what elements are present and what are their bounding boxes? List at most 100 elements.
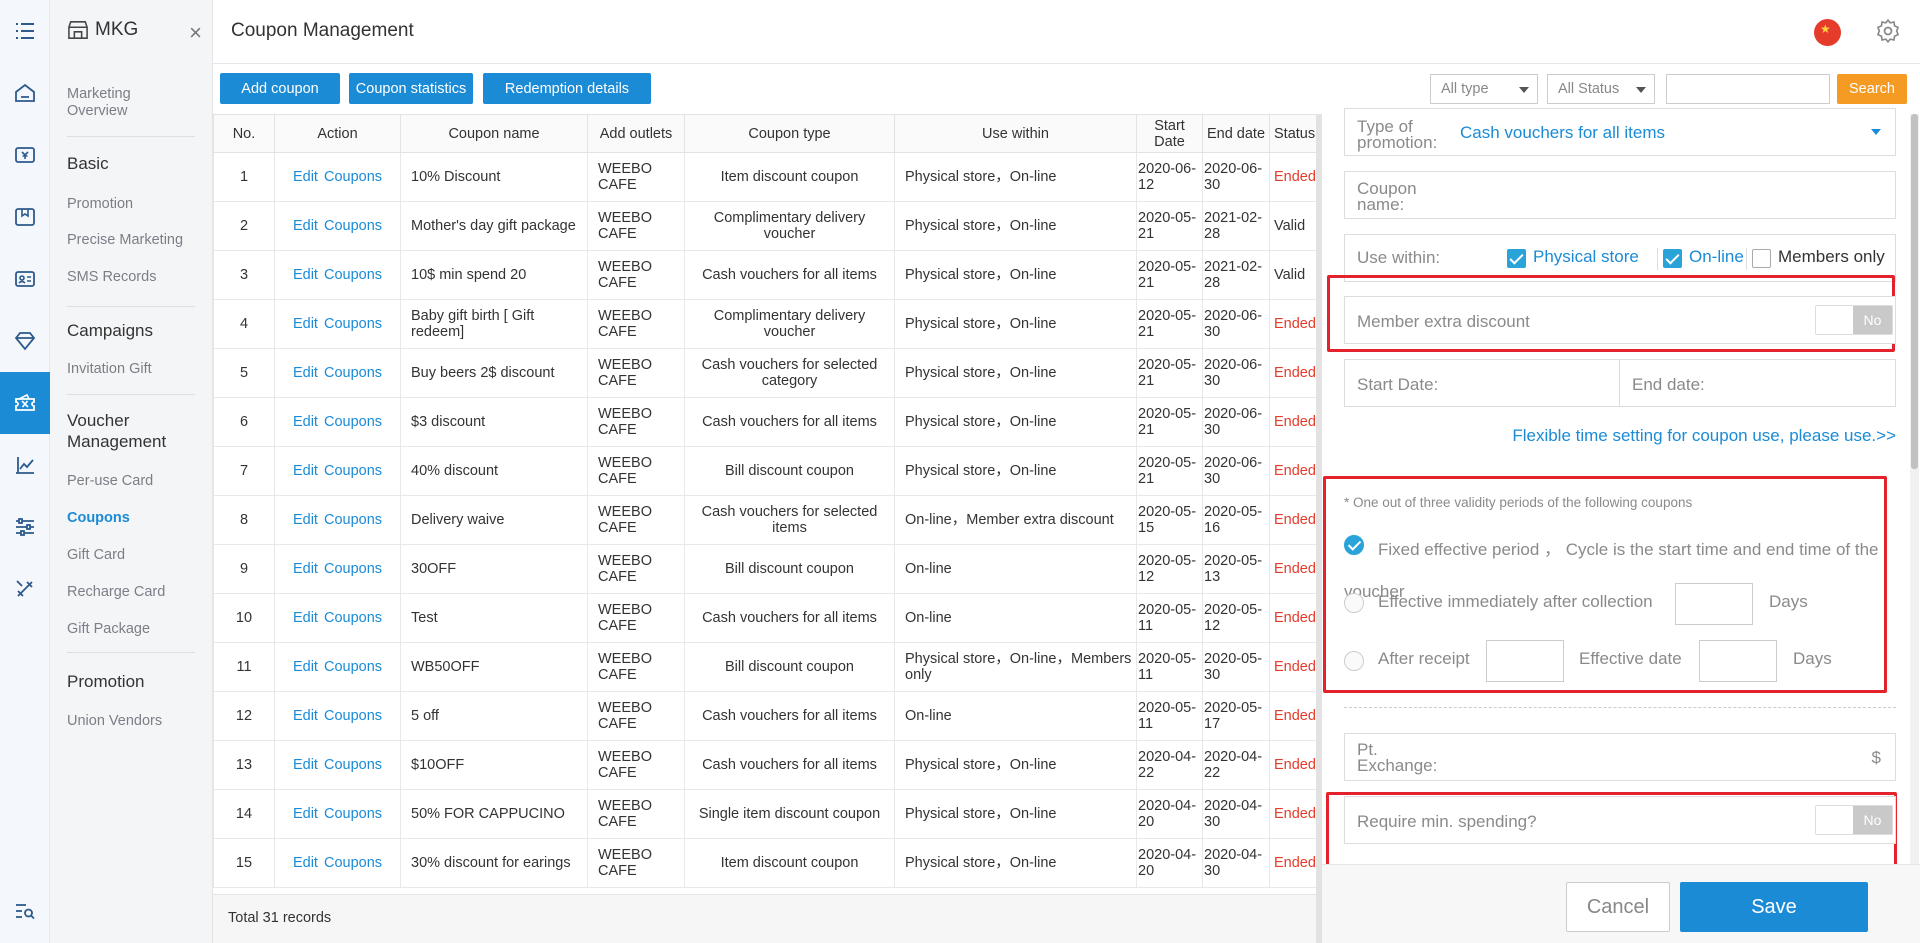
- sidebar-item-marketing-overview[interactable]: Marketing Overview: [67, 86, 187, 120]
- effective-days-input[interactable]: [1699, 640, 1777, 682]
- edit-link[interactable]: Edit: [293, 708, 318, 724]
- search-list-icon[interactable]: [0, 880, 50, 942]
- sidebar-item-promotion[interactable]: Promotion: [67, 196, 133, 213]
- diamond-icon[interactable]: [0, 310, 50, 372]
- sidebar-item-coupons[interactable]: Coupons: [67, 510, 130, 527]
- save-button[interactable]: Save: [1680, 882, 1868, 932]
- report-chart-icon[interactable]: [0, 434, 50, 496]
- member-extra-discount-toggle[interactable]: No: [1815, 305, 1893, 335]
- menu-icon[interactable]: [0, 0, 50, 62]
- edit-link[interactable]: Edit: [293, 561, 318, 577]
- promotion-type-select[interactable]: Type of promotion: Cash vouchers for all…: [1344, 108, 1896, 156]
- coupons-link[interactable]: Coupons: [324, 316, 382, 332]
- sidebar-item-union-vendors[interactable]: Union Vendors: [67, 713, 162, 730]
- coupon-name-field[interactable]: Coupon name:: [1344, 171, 1896, 219]
- sidebar-item-gift-package[interactable]: Gift Package: [67, 621, 150, 638]
- fixed-period-radio[interactable]: [1344, 535, 1364, 555]
- coupons-link[interactable]: Coupons: [324, 855, 382, 871]
- sidebar-item-per-use-card[interactable]: Per-use Card: [67, 473, 153, 490]
- redemption-details-button[interactable]: Redemption details: [483, 73, 651, 104]
- edit-link[interactable]: Edit: [293, 659, 318, 675]
- search-input[interactable]: [1666, 74, 1830, 104]
- start-date-field[interactable]: Start Date:: [1344, 359, 1620, 407]
- flexible-time-link[interactable]: Flexible time setting for coupon use, pl…: [1512, 426, 1896, 446]
- end-date-field[interactable]: End date:: [1619, 359, 1896, 407]
- cell-action: Edit Coupons: [274, 201, 401, 251]
- sidebar-item-sms-records[interactable]: SMS Records: [67, 269, 156, 286]
- cell-coupon-type: Complimentary delivery voucher: [684, 299, 895, 349]
- cell-coupon-type: Cash vouchers for all items: [684, 250, 895, 300]
- coupons-link[interactable]: Coupons: [324, 267, 382, 283]
- cell-use-within: Physical store，On-line: [894, 397, 1137, 447]
- coupons-link[interactable]: Coupons: [324, 610, 382, 626]
- cell-action: Edit Coupons: [274, 740, 401, 790]
- use-within-label: Use within:: [1357, 248, 1441, 267]
- gear-icon[interactable]: [1875, 18, 1901, 49]
- sidebar-item-recharge-card[interactable]: Recharge Card: [67, 584, 165, 601]
- edit-link[interactable]: Edit: [293, 757, 318, 773]
- sidebar-item-precise-marketing[interactable]: Precise Marketing: [67, 232, 183, 249]
- cell-coupon-type: Cash vouchers for all items: [684, 691, 895, 741]
- edit-link[interactable]: Edit: [293, 316, 318, 332]
- edit-link[interactable]: Edit: [293, 512, 318, 528]
- coupon-statistics-button[interactable]: Coupon statistics: [349, 73, 473, 104]
- immediate-days-input[interactable]: [1675, 583, 1753, 625]
- sidebar-item-invitation-gift[interactable]: Invitation Gift: [67, 361, 152, 378]
- edit-link[interactable]: Edit: [293, 365, 318, 381]
- coupons-link[interactable]: Coupons: [324, 414, 382, 430]
- cell-end-date: 2020-05-12: [1202, 593, 1270, 643]
- immediate-radio[interactable]: [1344, 593, 1364, 613]
- min-spending-toggle[interactable]: No: [1815, 805, 1893, 835]
- cash-register-icon[interactable]: [0, 124, 50, 186]
- language-flag-icon[interactable]: ★: [1814, 19, 1841, 46]
- pt-exchange-field[interactable]: Pt. Exchange: $: [1344, 733, 1896, 781]
- members-only-checkbox[interactable]: [1752, 249, 1771, 268]
- edit-link[interactable]: Edit: [293, 610, 318, 626]
- physical-store-option[interactable]: Physical store: [1533, 247, 1639, 267]
- edit-link[interactable]: Edit: [293, 463, 318, 479]
- search-button[interactable]: Search: [1837, 74, 1907, 104]
- member-card-icon[interactable]: [0, 248, 50, 310]
- physical-store-checkbox[interactable]: [1507, 249, 1526, 268]
- toolbar: Add coupon Coupon statistics Redemption …: [213, 64, 1920, 114]
- coupons-link[interactable]: Coupons: [324, 659, 382, 675]
- marketing-coupon-icon[interactable]: [0, 372, 50, 434]
- cell-status: Ended: [1269, 838, 1320, 888]
- status-filter-select[interactable]: All Status: [1547, 74, 1655, 104]
- coupons-link[interactable]: Coupons: [324, 218, 382, 234]
- edit-link[interactable]: Edit: [293, 169, 318, 185]
- coupons-link[interactable]: Coupons: [324, 365, 382, 381]
- table-header-row: No. Action Coupon name Add outlets Coupo…: [213, 114, 1320, 153]
- sidebar: MKG × Marketing Overview Basic Promotion…: [50, 0, 213, 943]
- members-only-option[interactable]: Members only: [1778, 247, 1885, 267]
- edit-link[interactable]: Edit: [293, 855, 318, 871]
- coupons-link[interactable]: Coupons: [324, 561, 382, 577]
- tools-icon[interactable]: [0, 558, 50, 620]
- add-coupon-button[interactable]: Add coupon: [220, 73, 340, 104]
- after-receipt-radio[interactable]: [1344, 651, 1364, 671]
- sidebar-item-gift-card[interactable]: Gift Card: [67, 547, 125, 564]
- coupons-link[interactable]: Coupons: [324, 806, 382, 822]
- box-icon[interactable]: [0, 186, 50, 248]
- panel-scrollbar[interactable]: [1910, 114, 1919, 874]
- online-option[interactable]: On-line: [1689, 247, 1744, 267]
- online-checkbox[interactable]: [1663, 249, 1682, 268]
- edit-link[interactable]: Edit: [293, 414, 318, 430]
- scrollbar-thumb[interactable]: [1911, 114, 1918, 469]
- coupons-link[interactable]: Coupons: [324, 708, 382, 724]
- edit-link[interactable]: Edit: [293, 806, 318, 822]
- close-icon[interactable]: ×: [189, 20, 202, 46]
- cell-outlets: WEEBO CAFE: [587, 201, 685, 251]
- coupons-link[interactable]: Coupons: [324, 512, 382, 528]
- settings-sliders-icon[interactable]: [0, 496, 50, 558]
- type-filter-select[interactable]: All type: [1430, 74, 1538, 104]
- cancel-button[interactable]: Cancel: [1566, 882, 1670, 932]
- coupons-link[interactable]: Coupons: [324, 169, 382, 185]
- cell-use-within: On-line，Member extra discount: [894, 495, 1137, 545]
- after-receipt-input[interactable]: [1486, 640, 1564, 682]
- coupons-link[interactable]: Coupons: [324, 757, 382, 773]
- home-icon[interactable]: [0, 62, 50, 124]
- edit-link[interactable]: Edit: [293, 218, 318, 234]
- coupons-link[interactable]: Coupons: [324, 463, 382, 479]
- edit-link[interactable]: Edit: [293, 267, 318, 283]
